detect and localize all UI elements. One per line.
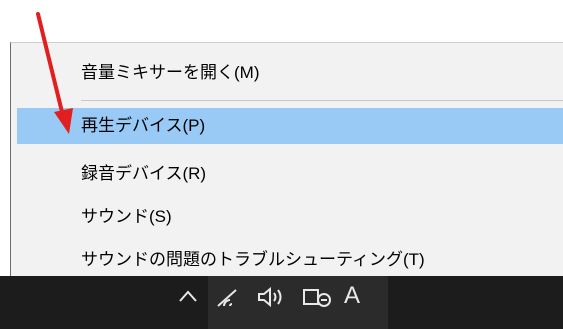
annotation-arrow-icon bbox=[36, 12, 73, 134]
